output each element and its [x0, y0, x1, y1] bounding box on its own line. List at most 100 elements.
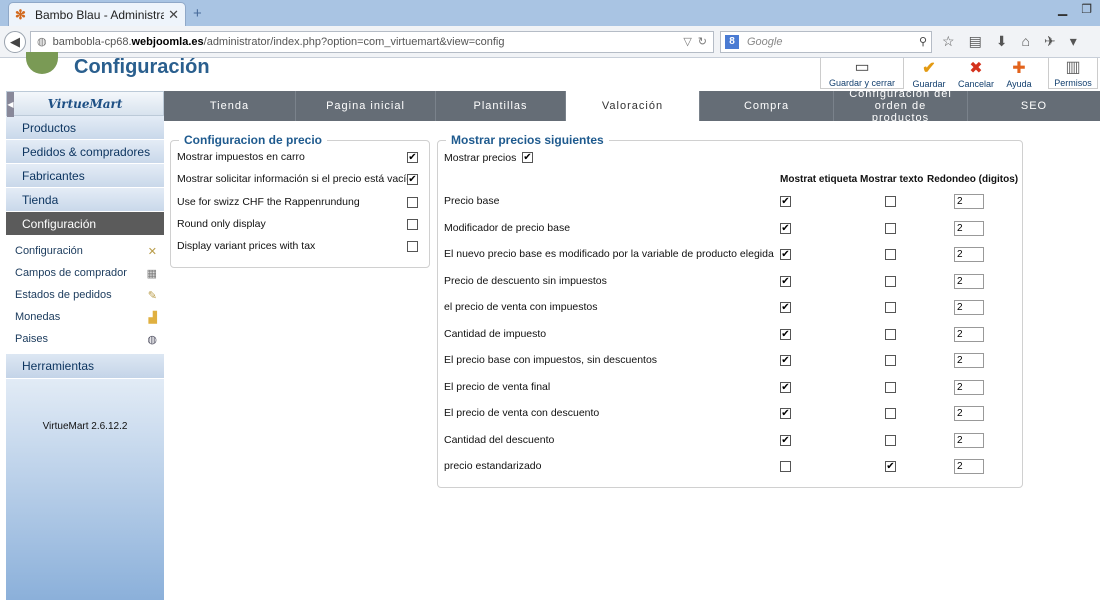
rounding-input[interactable]: 2 — [954, 300, 984, 315]
tab-valoracion[interactable]: Valoración — [566, 91, 700, 121]
home-icon[interactable]: ⌂ — [1022, 33, 1030, 50]
tab-plantillas[interactable]: Plantillas — [436, 91, 566, 121]
sidebar-item-configuracion[interactable]: Configuración — [6, 212, 164, 236]
menu-icon[interactable]: ▾ — [1070, 33, 1077, 50]
reload-icon[interactable]: ↻ — [698, 35, 707, 48]
show-text-checkbox[interactable] — [885, 381, 896, 393]
submenu-item-campos[interactable]: Campos de comprador ▦ — [6, 262, 164, 284]
browser-tab[interactable]: ✻ Bambo Blau - Administraci... ✕ — [8, 2, 186, 26]
show-label-checkbox[interactable]: ✔ — [780, 222, 791, 234]
help-button[interactable]: ✚ Ayuda — [998, 58, 1040, 90]
option-checkbox[interactable] — [407, 241, 418, 252]
submenu-label: Paises — [15, 333, 49, 345]
show-text-checkbox[interactable] — [885, 302, 896, 313]
sidebar-item-pedidos[interactable]: Pedidos & compradores — [6, 140, 164, 164]
tab-seo[interactable]: SEO — [968, 91, 1100, 121]
search-icon[interactable]: ⚲ — [919, 35, 927, 48]
price-row-label: Precio base — [444, 195, 500, 207]
minimize-icon[interactable]: ▁ — [1058, 2, 1067, 16]
show-label-checkbox[interactable]: ✔ — [780, 355, 791, 366]
sidebar-submenu: Configuración ✕ Campos de comprador ▦ Esta… — [6, 236, 164, 354]
show-text-checkbox[interactable] — [885, 222, 896, 234]
submenu-item-estados[interactable]: Estados de pedidos ✎ — [6, 284, 164, 306]
show-label-checkbox[interactable]: ✔ — [780, 302, 791, 313]
show-prices-legend: Mostrar precios siguientes — [451, 133, 604, 147]
show-label-checkbox[interactable]: ✔ — [780, 196, 791, 207]
column-header-label: Mostrat etiqueta — [780, 174, 858, 185]
submenu-label: Estados de pedidos — [15, 289, 112, 301]
bookmark-star-icon[interactable]: ☆ — [942, 33, 955, 50]
option-label: Mostrar impuestos en carro — [177, 151, 305, 163]
save-button[interactable]: ✔ Guardar — [904, 58, 954, 90]
rounding-input[interactable]: 2 — [954, 273, 984, 289]
show-prices-checkbox[interactable]: ✔ — [522, 152, 533, 163]
option-label: Use for swizz CHF the Rappenrundung — [177, 196, 360, 208]
show-label-checkbox[interactable]: ✔ — [780, 275, 791, 287]
permissions-button[interactable]: ▥ Permisos — [1048, 58, 1098, 89]
show-text-checkbox[interactable] — [885, 275, 896, 287]
show-text-checkbox[interactable] — [885, 196, 896, 207]
cancel-button[interactable]: ✖ Cancelar — [954, 58, 998, 90]
extension-icon[interactable]: ✈ — [1044, 33, 1056, 50]
rounding-input[interactable]: 2 — [954, 432, 984, 448]
show-text-checkbox[interactable] — [885, 249, 896, 260]
url-domain: webjoomla.es — [131, 35, 204, 48]
price-config-fieldset: Configuracion de precio Mostrar impuesto… — [170, 133, 430, 268]
rounding-input[interactable]: 2 — [954, 247, 984, 262]
submenu-item-paises[interactable]: Paises ◍ — [6, 328, 164, 350]
show-text-checkbox[interactable] — [885, 355, 896, 366]
rounding-input[interactable]: 2 — [954, 194, 984, 209]
search-box[interactable]: 8 Google ⚲ — [720, 30, 932, 53]
tab-compra[interactable]: Compra — [700, 91, 834, 121]
show-label-checkbox[interactable]: ✔ — [780, 328, 791, 340]
show-label-checkbox[interactable]: ✔ — [780, 408, 791, 419]
site-globe-icon: ◍ — [37, 36, 47, 48]
option-checkbox[interactable] — [407, 219, 418, 230]
address-bar[interactable]: ◍ bambobla-cp68.webjoomla.es/administrat… — [30, 30, 714, 53]
show-label-checkbox[interactable] — [780, 461, 791, 472]
option-checkbox[interactable] — [407, 197, 418, 208]
download-icon[interactable]: ⬇ — [996, 33, 1008, 50]
joomla-favicon-icon: ✻ — [15, 6, 26, 22]
price-row-label: El precio de venta final — [444, 380, 551, 393]
show-text-checkbox[interactable] — [885, 408, 896, 419]
tab-tienda[interactable]: Tienda — [164, 91, 296, 121]
order-states-icon: ✎ — [147, 289, 157, 302]
maximize-icon[interactable]: ❐ — [1081, 2, 1092, 16]
dropdown-arrow-icon[interactable]: ▽ — [683, 35, 691, 48]
bookmarks-list-icon[interactable]: ▤ — [969, 33, 982, 50]
search-placeholder: Google — [747, 35, 783, 48]
option-checkbox[interactable]: ✔ — [407, 174, 418, 185]
save-close-button[interactable]: ▭ Guardar y cerrar — [820, 58, 904, 89]
show-label-checkbox[interactable]: ✔ — [780, 381, 791, 393]
rounding-input[interactable]: 2 — [954, 406, 984, 421]
back-button[interactable]: ◀ — [4, 30, 26, 53]
close-tab-icon[interactable]: ✕ — [168, 7, 179, 23]
show-text-checkbox[interactable]: ✔ — [885, 461, 896, 472]
show-text-checkbox[interactable] — [885, 328, 896, 340]
price-config-legend: Configuracion de precio — [184, 133, 323, 147]
option-checkbox[interactable]: ✔ — [407, 152, 418, 163]
rounding-input[interactable]: 2 — [954, 326, 984, 342]
browser-tab-title: Bambo Blau - Administraci... — [35, 7, 165, 22]
rounding-input[interactable]: 2 — [954, 353, 984, 368]
search-engine-icon[interactable]: 8 — [725, 34, 739, 49]
rounding-input[interactable]: 2 — [954, 459, 984, 474]
new-tab-icon[interactable]: + — [193, 5, 202, 22]
collapse-sidebar-icon[interactable]: ◀ — [7, 92, 14, 117]
show-text-checkbox[interactable] — [885, 434, 896, 446]
sidebar-item-tienda[interactable]: Tienda — [6, 188, 164, 212]
rounding-input[interactable]: 2 — [954, 379, 984, 395]
rounding-input[interactable]: 2 — [954, 220, 984, 236]
show-label-checkbox[interactable]: ✔ — [780, 249, 791, 260]
sidebar-item-productos[interactable]: Productos — [6, 116, 164, 140]
sidebar-item-herramientas[interactable]: Herramientas — [6, 354, 164, 379]
sidebar-item-fabricantes[interactable]: Fabricantes — [6, 164, 164, 188]
submenu-item-monedas[interactable]: Monedas ▟ — [6, 306, 164, 328]
submenu-item-configuracion[interactable]: Configuración ✕ — [6, 240, 164, 262]
show-label-checkbox[interactable]: ✔ — [780, 434, 791, 446]
tab-pagina-inicial[interactable]: Pagina inicial — [296, 91, 436, 121]
sidebar-background: VirtueMart 2.6.12.2 — [6, 361, 164, 600]
price-row-label: precio estandarizado — [444, 460, 542, 472]
tab-orden-productos[interactable]: Configuración del orden de productos — [834, 88, 968, 124]
